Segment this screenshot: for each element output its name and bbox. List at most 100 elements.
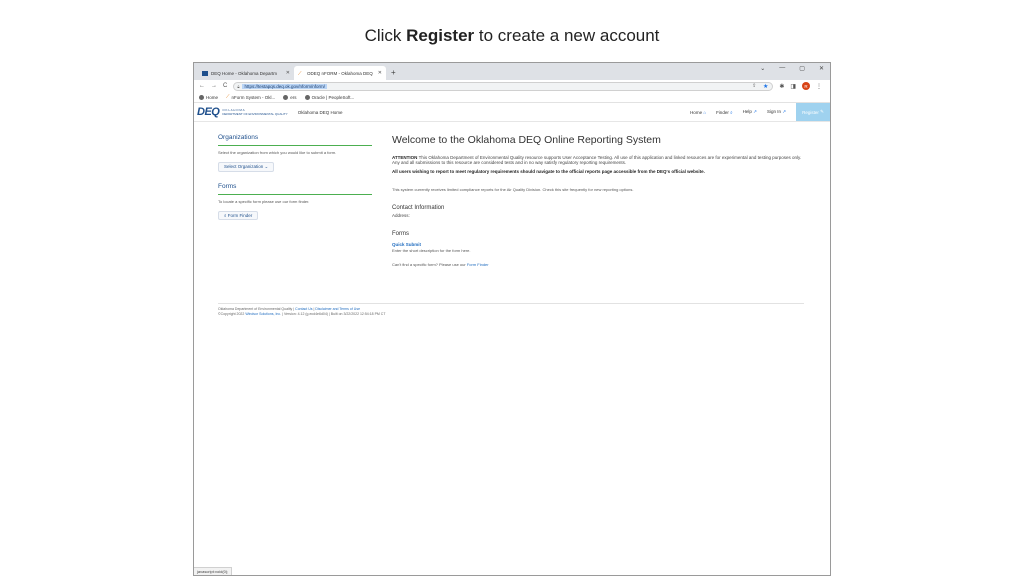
search-icon: ⌕ (730, 109, 733, 115)
globe-icon (304, 94, 310, 100)
vendor-link[interactable]: Windsor Solutions, Inc. (245, 312, 281, 316)
url-text[interactable]: https://testapqs.deq.ok.gov/nform/nform/ (242, 83, 328, 89)
tab-label: ODEQ nFORM - Oklahoma DEQ (307, 70, 373, 76)
search-icon: ⌕ (224, 213, 227, 218)
page-footer: Oklahoma Department of Environmental Qua… (218, 303, 804, 317)
close-tab-icon[interactable]: ✕ (286, 70, 290, 76)
site-nav: Home ⌂ Finder ⌕ Help ↗ Sign In ↗ Registe… (690, 103, 830, 121)
bookmark-label: Home (206, 94, 219, 100)
sidebar: Organizations Select the organization fr… (218, 134, 372, 222)
lock-icon[interactable]: 🔒︎ (237, 84, 239, 89)
bookmark-star-icon[interactable]: ★ (763, 83, 768, 90)
cant-find-text: Can't find a specific form? Please use o… (392, 262, 804, 267)
nav-home-label: Home (690, 109, 703, 115)
minimize-icon[interactable]: — (779, 65, 785, 72)
pencil-icon: ✎ (820, 109, 824, 114)
nav-finder-label: Finder (716, 109, 729, 115)
extensions-icon[interactable]: ✱ (779, 83, 784, 90)
bookmark-ers[interactable]: ers (283, 94, 297, 100)
logo-sub-line2: DEPARTMENT OF ENVIRONMENTAL QUALITY (222, 112, 288, 116)
slide-instruction: Click Register to create a new account (0, 26, 1024, 46)
footer-copyright: ©Copyright 2022 (218, 312, 245, 316)
form-finder-button[interactable]: ⌕ Form Finder (218, 211, 259, 220)
footer-line2: ©Copyright 2022 Windsor Solutions, Inc. … (218, 312, 386, 316)
bookmarks-bar: Home ⟋ nForm System - Okl... ers Oracle |… (194, 92, 830, 103)
site-header: DEQ O K L A H O M A DEPARTMENT OF ENVIRO… (194, 103, 830, 122)
forward-icon[interactable]: → (211, 83, 217, 89)
forms-sidebar-heading: Forms (218, 183, 372, 195)
page-content: Organizations Select the organization fr… (194, 122, 830, 522)
bookmark-label: Oracle | PeopleSoft... (311, 94, 355, 100)
nav-signin[interactable]: Sign In ↗ (767, 109, 786, 115)
wing-icon: ⟋ (226, 94, 230, 100)
logo-subtitle: O K L A H O M A DEPARTMENT OF ENVIRONMEN… (222, 108, 287, 116)
select-organization-button[interactable]: Select Organization ⌄ (218, 162, 275, 172)
close-window-icon[interactable]: ✕ (819, 65, 824, 72)
form-finder-link[interactable]: Form Finder (467, 262, 489, 267)
nav-signin-label: Sign In (766, 109, 781, 114)
tab-search-icon[interactable]: ⌄ (760, 65, 765, 72)
nav-home[interactable]: Home ⌂ (690, 110, 706, 115)
nav-help-label: Help (742, 109, 752, 114)
quick-submit-link[interactable]: Quick Submit (392, 242, 804, 247)
new-tab-button[interactable]: + (391, 66, 396, 80)
cant-find-label: Can't find a specific form? Please use o… (392, 262, 466, 267)
deq-favicon-icon (202, 70, 208, 76)
maximize-icon[interactable]: ▢ (799, 65, 805, 72)
home-icon: ⌂ (703, 109, 707, 115)
wing-favicon-icon: ⟋ (298, 70, 302, 77)
tab-nform[interactable]: ⟋ ODEQ nFORM - Oklahoma DEQ ✕ (294, 66, 386, 80)
globe-icon (199, 94, 204, 100)
bookmark-home[interactable]: Home (199, 94, 219, 100)
page-title: Welcome to the Oklahoma DEQ Online Repor… (392, 134, 661, 146)
organizations-text: Select the organization from which you w… (218, 150, 337, 155)
instruction-emphasis: Register (406, 26, 475, 45)
nav-finder[interactable]: Finder ⌕ (716, 110, 733, 115)
forms-sidebar-text: To locate a specific form please use our… (218, 199, 310, 204)
official-warning: All users wishing to report to meet regu… (392, 169, 705, 174)
reload-icon[interactable]: C (223, 83, 227, 89)
register-button[interactable]: Register ✎ (796, 103, 830, 121)
nav-help[interactable]: Help ↗ (743, 109, 757, 115)
instruction-suffix: to create a new account (478, 26, 660, 45)
attention-notice: ATTENTION This Oklahoma Department of En… (392, 155, 804, 165)
help-icon: ↗ (753, 109, 757, 114)
share-icon[interactable]: ⇪ (752, 83, 756, 89)
footer-org: Oklahoma Department of Environmental Qua… (218, 307, 293, 311)
main-content: Welcome to the Oklahoma DEQ Online Repor… (392, 134, 804, 267)
deq-logo[interactable]: DEQ O K L A H O M A DEPARTMENT OF ENVIRO… (197, 106, 288, 118)
tab-label: DEQ Home - Oklahoma Departm (211, 70, 278, 76)
contact-heading: Contact Information (392, 205, 445, 211)
footer-version: Version: 4.12 (g.ecd4e6d04) | Built on 3… (283, 312, 386, 316)
address-bar[interactable]: 🔒︎ https://testapqs.deq.ok.gov/nform/nfo… (233, 81, 774, 91)
forms-heading: Forms (392, 231, 409, 237)
close-tab-icon[interactable]: ✕ (378, 70, 382, 76)
chevron-down-icon: ⌄ (264, 164, 269, 169)
quick-submit-description: Enter the short description for the form… (392, 248, 471, 253)
system-note: This system currently receives limited c… (392, 187, 634, 192)
toolbar: ← → C 🔒︎ https://testapqs.deq.ok.gov/nfo… (194, 80, 830, 92)
attention-text: This Oklahoma Department of Environmenta… (392, 155, 802, 165)
profile-avatar[interactable]: R (802, 82, 811, 90)
bookmark-nform[interactable]: ⟋ nForm System - Okl... (226, 94, 275, 100)
back-icon[interactable]: ← (199, 83, 205, 89)
bookmark-oracle[interactable]: Oracle | PeopleSoft... (304, 94, 355, 100)
address-label: Address: (392, 213, 410, 218)
organizations-heading: Organizations (218, 134, 372, 146)
status-bar: javascript:void(0); (194, 567, 233, 575)
site-home-link[interactable]: Oklahoma DEQ Home (298, 110, 343, 115)
side-panel-icon[interactable]: ◨ (790, 83, 796, 90)
form-finder-label: Form Finder (227, 213, 253, 218)
tab-deq-home[interactable]: DEQ Home - Oklahoma Departm ✕ (198, 66, 294, 80)
disclaimer-link[interactable]: Disclaimer and Terms of Use (315, 307, 360, 311)
logo-text: DEQ (197, 106, 220, 118)
globe-icon (283, 94, 289, 100)
signin-icon: ↗ (782, 109, 786, 114)
instruction-prefix: Click (364, 26, 402, 45)
bookmark-label: nForm System - Okl... (231, 94, 276, 100)
browser-window: DEQ Home - Oklahoma Departm ✕ ⟋ ODEQ nFO… (193, 62, 831, 576)
contact-us-link[interactable]: Contact Us (295, 307, 312, 311)
menu-icon[interactable]: ⋮ (816, 83, 822, 90)
select-organization-label: Select Organization (224, 164, 264, 169)
window-controls: ⌄ — ▢ ✕ (760, 65, 824, 72)
